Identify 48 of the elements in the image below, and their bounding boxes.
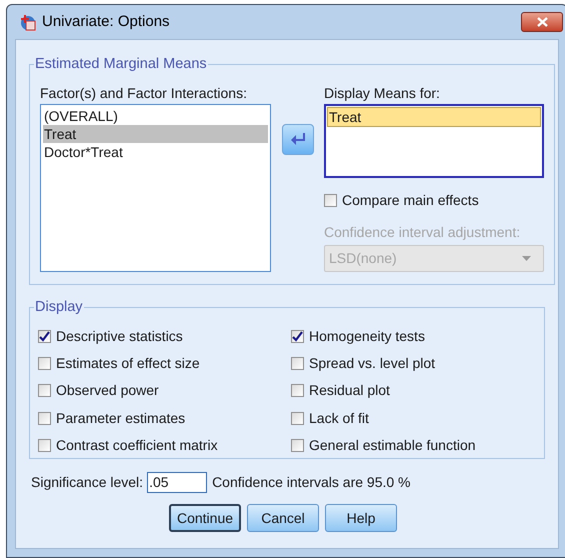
dialog-button[interactable]: Help xyxy=(325,504,397,532)
checkbox[interactable] xyxy=(38,412,51,425)
significance-field[interactable]: .05 xyxy=(147,472,208,492)
dialog-button[interactable]: Cancel xyxy=(247,504,319,532)
checkbox-label: Observed power xyxy=(56,381,159,400)
window-title: Univariate: Options xyxy=(42,12,170,32)
display-means-list[interactable]: Treat xyxy=(324,104,544,178)
checkbox-label: Descriptive statistics xyxy=(56,326,183,346)
checkbox[interactable] xyxy=(38,330,51,343)
checkbox[interactable] xyxy=(291,412,304,425)
checkbox-label: Compare main effects xyxy=(342,191,479,210)
checkbox-label: Estimates of effect size xyxy=(56,354,200,374)
checkbox-label: Parameter estimates xyxy=(56,408,186,428)
checkbox-label: Spread vs. level plot xyxy=(309,354,436,374)
check-icon xyxy=(39,330,50,342)
app-icon xyxy=(19,14,36,30)
arrow-icon xyxy=(290,133,304,146)
close-icon xyxy=(536,17,548,27)
close-button[interactable] xyxy=(521,12,563,32)
dropdown-label: Confidence interval adjustment: xyxy=(324,222,522,241)
checkbox[interactable] xyxy=(291,384,304,398)
list-label: Display Means for: xyxy=(324,84,441,102)
check-icon xyxy=(292,330,303,342)
list-item[interactable]: Treat xyxy=(327,106,541,127)
dropdown-caret-icon xyxy=(522,256,531,261)
checkbox[interactable] xyxy=(291,357,304,370)
checkbox-label: Contrast coefficient matrix xyxy=(56,436,218,456)
checkbox-label: Homogeneity tests xyxy=(309,326,425,346)
confidence-note: Confidence intervals are 95.0 % xyxy=(212,472,411,492)
checkbox-label: General estimable function xyxy=(309,436,476,456)
list-label: Factor(s) and Factor Interactions: xyxy=(40,84,248,102)
checkbox[interactable] xyxy=(38,439,51,452)
checkbox[interactable] xyxy=(38,384,51,398)
list-item[interactable]: Treat xyxy=(43,124,268,143)
list-item[interactable]: Doctor*Treat xyxy=(43,142,268,161)
checkbox-label: Residual plot xyxy=(309,381,390,400)
dialog-button[interactable]: Continue xyxy=(169,504,241,532)
checkbox[interactable] xyxy=(291,330,304,343)
checkbox-label: Lack of fit xyxy=(309,408,369,428)
checkbox[interactable] xyxy=(38,357,51,370)
group-title: Estimated Marginal Means xyxy=(34,55,208,74)
list-item[interactable]: (OVERALL) xyxy=(43,106,268,125)
move-button[interactable] xyxy=(282,124,314,155)
field-label: Significance level: xyxy=(31,472,144,492)
group-title: Display xyxy=(34,298,84,317)
factors-list[interactable]: (OVERALL) Treat Doctor*Treat xyxy=(40,104,271,272)
checkbox[interactable] xyxy=(324,194,337,208)
checkbox[interactable] xyxy=(291,439,304,452)
